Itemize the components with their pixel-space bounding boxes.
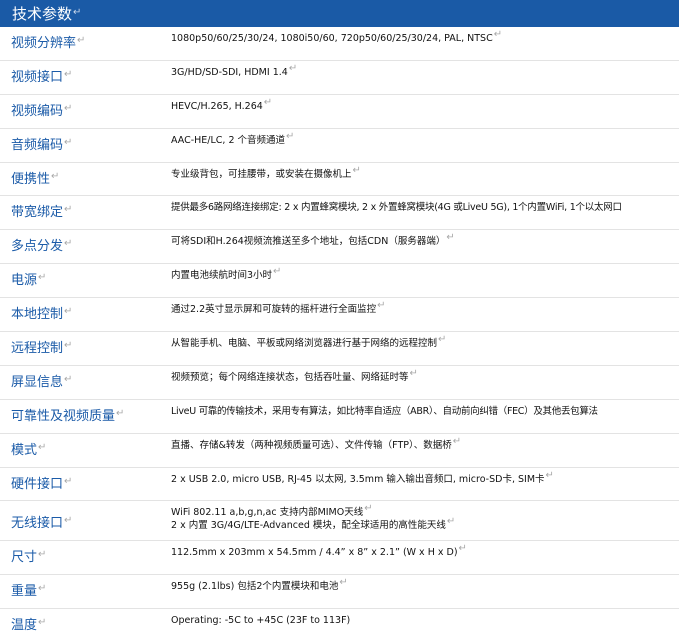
paragraph-mark-icon: ↵ bbox=[64, 204, 73, 216]
spec-label: 可靠性及视频质量↵ bbox=[11, 407, 125, 424]
paragraph-mark-icon: ↵ bbox=[273, 266, 282, 278]
spec-row-bonding: 带宽绑定↵ 提供最多6路网络连接绑定: 2 x 内置蜂窝模块, 2 x 外置蜂窝… bbox=[0, 196, 679, 231]
spec-label: 屏显信息↵ bbox=[11, 373, 73, 390]
spec-value: 955g (2.1lbs) 包括2个内置模块和电池↵ bbox=[171, 577, 348, 593]
spec-value: 3G/HD/SD-SDI, HDMI 1.4↵ bbox=[171, 62, 298, 78]
spec-value: 2 x USB 2.0, micro USB, RJ-45 以太网, 3.5mm… bbox=[171, 469, 554, 485]
spec-value: 通过2.2英寸显示屏和可旋转的摇杆进行全面监控↵ bbox=[171, 300, 386, 316]
paragraph-mark-icon: ↵ bbox=[286, 130, 295, 142]
spec-label: 无线接口↵ bbox=[11, 515, 73, 532]
paragraph-mark-icon: ↵ bbox=[438, 334, 447, 346]
paragraph-mark-icon: ↵ bbox=[64, 238, 73, 250]
spec-label: 硬件接口↵ bbox=[11, 475, 73, 492]
header-bar: 技术参数↵ bbox=[0, 0, 679, 27]
paragraph-mark-icon: ↵ bbox=[64, 340, 73, 352]
paragraph-mark-icon: ↵ bbox=[64, 475, 73, 487]
spec-row-local-control: 本地控制↵ 通过2.2英寸显示屏和可旋转的摇杆进行全面监控↵ bbox=[0, 298, 679, 333]
spec-label: 视频编码↵ bbox=[11, 102, 73, 119]
paragraph-mark-icon: ↵ bbox=[64, 102, 73, 114]
spec-value: WiFi 802.11 a,b,g,n,ac 支持内部MIMO天线↵ 2 x 内… bbox=[171, 503, 456, 532]
spec-value: AAC-HE/LC, 2 个音频通道↵ bbox=[171, 130, 295, 146]
paragraph-mark-icon: ↵ bbox=[64, 68, 73, 80]
paragraph-mark-icon: ↵ bbox=[38, 441, 47, 453]
paragraph-mark-icon: ↵ bbox=[545, 469, 554, 481]
spec-row-weight: 重量↵ 955g (2.1lbs) 包括2个内置模块和电池↵ bbox=[0, 575, 679, 610]
paragraph-mark-icon: ↵ bbox=[38, 583, 47, 595]
spec-row-modes: 模式↵ 直播、存储&转发（两种视频质量可选）、文件传输（FTP）、数据桥↵ bbox=[0, 434, 679, 468]
spec-value: 提供最多6路网络连接绑定: 2 x 内置蜂窝模块, 2 x 外置蜂窝模块(4G … bbox=[171, 202, 622, 214]
paragraph-mark-icon: ↵ bbox=[409, 367, 418, 379]
spec-row-wireless-interface: 无线接口↵ WiFi 802.11 a,b,g,n,ac 支持内部MIMO天线↵… bbox=[0, 501, 679, 542]
spec-row-display-info: 屏显信息↵ 视频预览；每个网络连接状态，包括吞吐量、网络延时等↵ bbox=[0, 366, 679, 400]
spec-label: 电源↵ bbox=[11, 272, 47, 289]
paragraph-mark-icon: ↵ bbox=[458, 543, 467, 555]
spec-row-video-encoding: 视频编码↵ HEVC/H.265, H.264↵ bbox=[0, 95, 679, 129]
paragraph-mark-icon: ↵ bbox=[377, 300, 386, 312]
paragraph-mark-icon: ↵ bbox=[64, 306, 73, 318]
spec-value: Operating: -5C to +45C (23F to 113F) bbox=[171, 615, 351, 627]
spec-row-video-interface: 视频接口↵ 3G/HD/SD-SDI, HDMI 1.4↵ bbox=[0, 61, 679, 95]
paragraph-mark-icon: ↵ bbox=[64, 373, 73, 385]
paragraph-mark-icon: ↵ bbox=[446, 515, 456, 527]
spec-label: 音频编码↵ bbox=[11, 136, 73, 153]
paragraph-mark-icon: ↵ bbox=[38, 617, 47, 629]
paragraph-mark-icon: ↵ bbox=[116, 407, 125, 419]
spec-row-hardware-interface: 硬件接口↵ 2 x USB 2.0, micro USB, RJ-45 以太网,… bbox=[0, 468, 679, 502]
spec-label: 视频分辨率↵ bbox=[11, 35, 86, 51]
spec-value: 内置电池续航时间3小时↵ bbox=[171, 266, 282, 282]
spec-label: 重量↵ bbox=[11, 583, 47, 600]
page-title: 技术参数↵ bbox=[12, 5, 82, 23]
paragraph-mark-icon: ↵ bbox=[38, 272, 47, 284]
spec-value: 专业级背包，可挂腰带，或安装在摄像机上↵ bbox=[171, 164, 361, 180]
spec-label: 多点分发↵ bbox=[11, 238, 73, 255]
paragraph-mark-icon: ↵ bbox=[339, 577, 348, 589]
paragraph-mark-icon: ↵ bbox=[73, 7, 82, 18]
paragraph-mark-icon: ↵ bbox=[446, 232, 455, 244]
spec-value: 112.5mm x 203mm x 54.5mm / 4.4” x 8” x 2… bbox=[171, 543, 467, 559]
paragraph-mark-icon: ↵ bbox=[352, 164, 361, 176]
paragraph-mark-icon: ↵ bbox=[288, 62, 298, 74]
paragraph-mark-icon: ↵ bbox=[64, 136, 73, 148]
paragraph-mark-icon: ↵ bbox=[51, 170, 60, 182]
spec-row-audio-encoding: 音频编码↵ AAC-HE/LC, 2 个音频通道↵ bbox=[0, 129, 679, 163]
spec-label: 带宽绑定↵ bbox=[11, 204, 73, 221]
spec-value: 1080p50/60/25/30/24, 1080i50/60, 720p50/… bbox=[171, 29, 503, 44]
spec-row-power: 电源↵ 内置电池续航时间3小时↵ bbox=[0, 264, 679, 299]
spec-value: LiveU 可靠的传输技术，采用专有算法，如比特率自适应（ABR）、自动前向纠错… bbox=[171, 405, 598, 417]
spec-value: 视频预览；每个网络连接状态，包括吞吐量、网络延时等↵ bbox=[171, 367, 418, 383]
spec-value: HEVC/H.265, H.264↵ bbox=[171, 96, 273, 112]
spec-label: 尺寸↵ bbox=[11, 549, 47, 566]
spec-value: 从智能手机、电脑、平板或网络浏览器进行基于网络的远程控制↵ bbox=[171, 334, 447, 350]
spec-row-multi-destination: 多点分发↵ 可将SDI和H.264视频流推送至多个地址，包括CDN（服务器端）↵ bbox=[0, 230, 679, 265]
paragraph-mark-icon: ↵ bbox=[38, 549, 47, 561]
spec-row-remote-control: 远程控制↵ 从智能手机、电脑、平板或网络浏览器进行基于网络的远程控制↵ bbox=[0, 332, 679, 366]
spec-label: 远程控制↵ bbox=[11, 340, 73, 357]
spec-label: 模式↵ bbox=[11, 441, 47, 458]
paragraph-mark-icon: ↵ bbox=[493, 29, 503, 40]
spec-label: 本地控制↵ bbox=[11, 306, 73, 323]
spec-table: 技术参数↵ 视频分辨率↵ 1080p50/60/25/30/24, 1080i5… bbox=[0, 0, 679, 638]
spec-label: 便携性↵ bbox=[11, 170, 60, 187]
spec-row-dimensions: 尺寸↵ 112.5mm x 203mm x 54.5mm / 4.4” x 8”… bbox=[0, 541, 679, 576]
paragraph-mark-icon: ↵ bbox=[452, 435, 462, 447]
spec-value: 直播、存储&转发（两种视频质量可选）、文件传输（FTP）、数据桥↵ bbox=[171, 435, 462, 451]
spec-value: 可将SDI和H.264视频流推送至多个地址，包括CDN（服务器端）↵ bbox=[171, 232, 455, 248]
paragraph-mark-icon: ↵ bbox=[64, 515, 73, 527]
spec-label: 温度↵ bbox=[11, 617, 47, 634]
spec-rows: 视频分辨率↵ 1080p50/60/25/30/24, 1080i50/60, … bbox=[0, 27, 679, 643]
spec-value-line: WiFi 802.11 a,b,g,n,ac 支持内部MIMO天线↵ bbox=[171, 503, 373, 519]
spec-label: 视频接口↵ bbox=[11, 68, 73, 85]
paragraph-mark-icon: ↵ bbox=[364, 503, 373, 515]
paragraph-mark-icon: ↵ bbox=[263, 96, 273, 108]
spec-row-video-resolution: 视频分辨率↵ 1080p50/60/25/30/24, 1080i50/60, … bbox=[0, 27, 679, 61]
spec-value-line: 2 x 内置 3G/4G/LTE-Advanced 模块，配全球适用的高性能天线… bbox=[171, 515, 456, 531]
spec-row-portability: 便携性↵ 专业级背包，可挂腰带，或安装在摄像机上↵ bbox=[0, 163, 679, 197]
spec-row-reliability: 可靠性及视频质量↵ LiveU 可靠的传输技术，采用专有算法，如比特率自适应（A… bbox=[0, 400, 679, 434]
paragraph-mark-icon: ↵ bbox=[77, 35, 86, 46]
